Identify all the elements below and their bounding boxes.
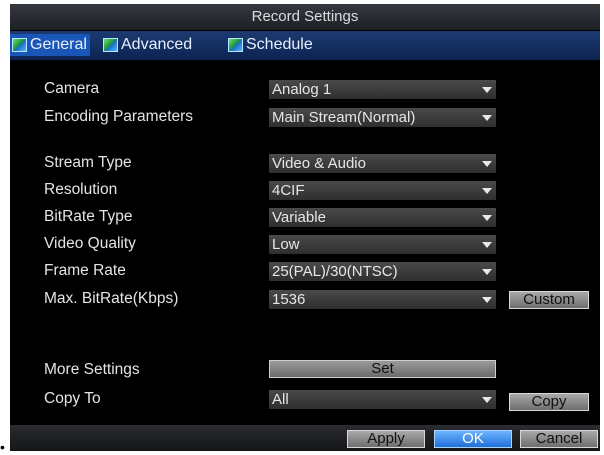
chevron-down-icon: [482, 115, 492, 121]
chevron-down-icon: [482, 269, 492, 275]
stream-type-select[interactable]: Video & Audio: [269, 154, 496, 173]
tab-icon: [228, 38, 243, 52]
video-quality-label: Video Quality: [44, 235, 136, 252]
tab-label: Advanced: [121, 36, 193, 53]
copy-to-select[interactable]: All: [269, 390, 496, 409]
tab-bar: General Advanced Schedule: [10, 31, 600, 60]
copy-to-value: All: [272, 391, 289, 408]
frame-rate-value: 25(PAL)/30(NTSC): [272, 263, 398, 280]
max-bitrate-select[interactable]: 1536: [269, 290, 496, 309]
copy-button[interactable]: Copy: [509, 393, 589, 411]
stream-type-label: Stream Type: [44, 154, 132, 171]
tab-schedule[interactable]: Schedule: [228, 34, 313, 56]
chevron-down-icon: [482, 161, 492, 167]
ok-button[interactable]: OK: [434, 430, 512, 448]
encoding-parameters-select[interactable]: Main Stream(Normal): [269, 108, 496, 127]
bitrate-type-label: BitRate Type: [44, 208, 133, 225]
window-title: Record Settings: [10, 4, 600, 30]
camera-value: Analog 1: [272, 81, 332, 98]
tab-label: General: [30, 36, 87, 53]
bitrate-type-select[interactable]: Variable: [269, 208, 496, 227]
record-settings-window: Record Settings General Advanced Schedul…: [10, 4, 600, 451]
resolution-label: Resolution: [44, 181, 118, 198]
chevron-down-icon: [482, 297, 492, 303]
chevron-down-icon: [482, 397, 492, 403]
page-bullet: •: [0, 439, 5, 455]
frame-rate-label: Frame Rate: [44, 262, 126, 279]
frame-rate-select[interactable]: 25(PAL)/30(NTSC): [269, 262, 496, 281]
bitrate-type-value: Variable: [272, 209, 326, 226]
chevron-down-icon: [482, 215, 492, 221]
cancel-button[interactable]: Cancel: [520, 430, 598, 448]
encoding-parameters-label: Encoding Parameters: [44, 108, 194, 125]
max-bitrate-value: 1536: [272, 291, 306, 308]
more-settings-label: More Settings: [44, 361, 140, 378]
resolution-select[interactable]: 4CIF: [269, 181, 496, 200]
chevron-down-icon: [482, 242, 492, 248]
copy-to-label: Copy To: [44, 390, 101, 407]
tab-general[interactable]: General: [10, 34, 90, 56]
tab-icon: [103, 38, 118, 52]
chevron-down-icon: [482, 87, 492, 93]
chevron-down-icon: [482, 188, 492, 194]
set-button[interactable]: Set: [269, 360, 496, 378]
stream-type-value: Video & Audio: [272, 155, 366, 172]
resolution-value: 4CIF: [272, 182, 305, 199]
max-bitrate-label: Max. BitRate(Kbps): [44, 290, 179, 307]
footer-bar: Apply OK Cancel: [10, 425, 600, 451]
tab-icon: [12, 38, 27, 52]
tab-advanced[interactable]: Advanced: [103, 34, 192, 56]
camera-select[interactable]: Analog 1: [269, 80, 496, 99]
custom-button[interactable]: Custom: [509, 291, 589, 309]
video-quality-select[interactable]: Low: [269, 235, 496, 254]
camera-label: Camera: [44, 80, 100, 97]
tab-label: Schedule: [246, 36, 313, 53]
video-quality-value: Low: [272, 236, 300, 253]
encoding-parameters-value: Main Stream(Normal): [272, 109, 416, 126]
apply-button[interactable]: Apply: [347, 430, 425, 448]
